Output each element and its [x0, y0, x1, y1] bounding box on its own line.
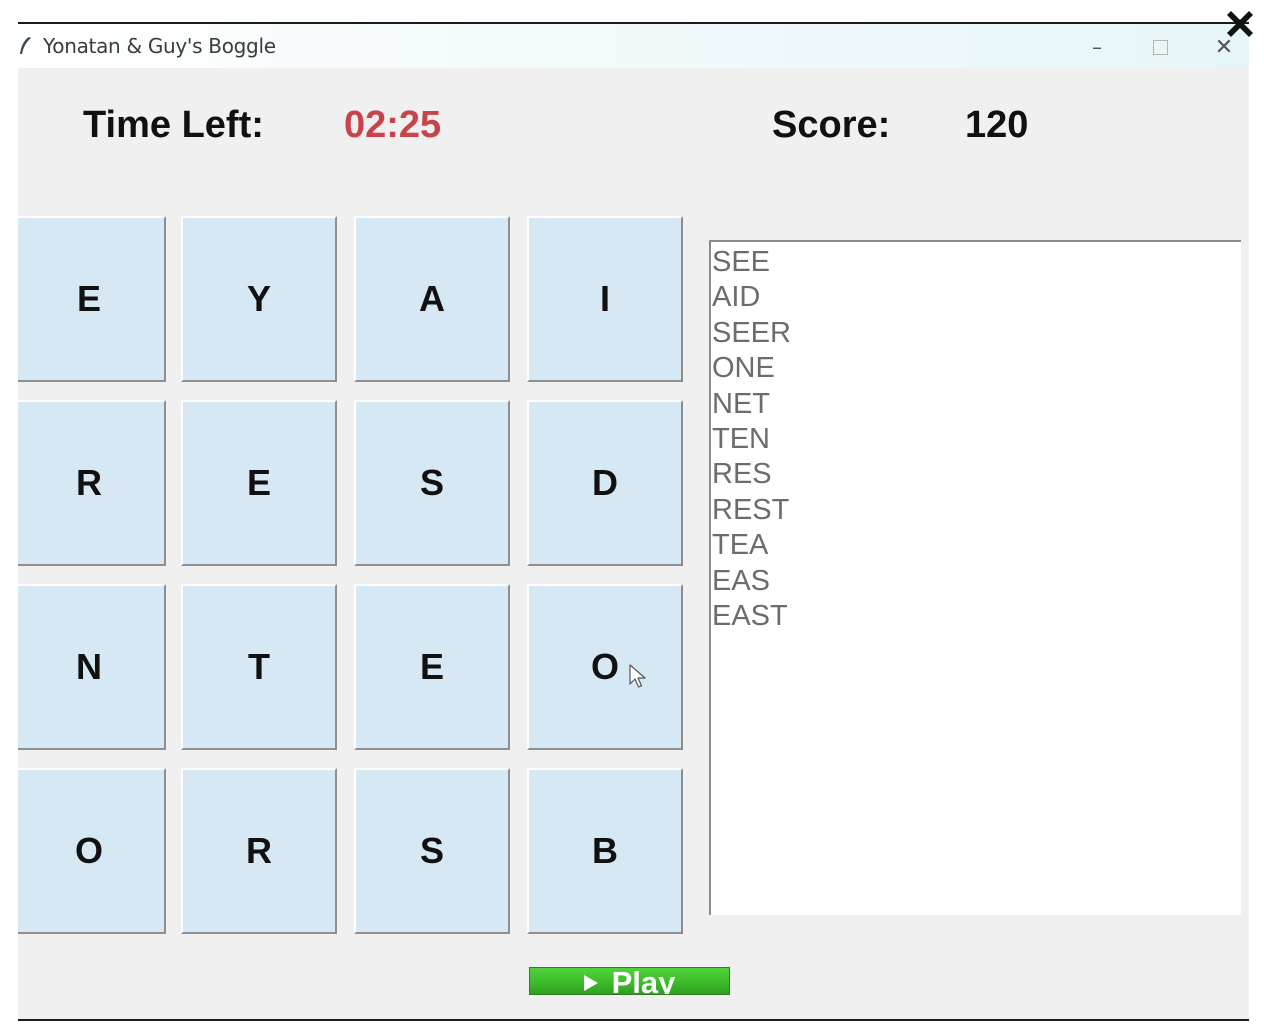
score-value: 120	[965, 104, 1029, 146]
maximize-icon	[1152, 39, 1168, 55]
time-left-label: Time Left:	[83, 104, 264, 146]
minimize-button[interactable]: –	[1080, 30, 1114, 64]
letter-tile[interactable]: Y	[181, 216, 337, 382]
mouse-cursor-icon	[629, 664, 646, 688]
title-bar[interactable]: Yonatan & Guy's Boggle – ✕	[18, 24, 1249, 68]
letter-tile[interactable]: I	[527, 216, 683, 382]
maximize-button[interactable]	[1143, 30, 1177, 64]
letter-tile[interactable]: T	[181, 584, 337, 750]
close-x-icon[interactable]	[1222, 6, 1258, 42]
letter-tile[interactable]: D	[527, 400, 683, 566]
feather-icon	[20, 37, 31, 54]
letter-tile[interactable]: E	[18, 216, 166, 382]
minimize-icon: –	[1092, 35, 1102, 59]
word-list-item[interactable]: EAST	[712, 599, 1241, 634]
letter-tile[interactable]: S	[354, 400, 510, 566]
letter-tile[interactable]: R	[18, 400, 166, 566]
letter-tile[interactable]: A	[354, 216, 510, 382]
word-list-item[interactable]: ONE	[712, 351, 1241, 386]
word-list-item[interactable]: RES	[712, 457, 1241, 492]
word-list-item[interactable]: TEN	[712, 422, 1241, 457]
word-list-item[interactable]: TEA	[712, 528, 1241, 563]
word-list-item[interactable]: REST	[712, 493, 1241, 528]
word-list-item[interactable]: SEE	[712, 245, 1241, 280]
word-list-item[interactable]: SEER	[712, 316, 1241, 351]
play-button-content: Play	[583, 967, 676, 995]
word-list-item[interactable]: EAS	[712, 564, 1241, 599]
window-title: Yonatan & Guy's Boggle	[43, 34, 276, 58]
letter-tile[interactable]: E	[354, 584, 510, 750]
word-list-item[interactable]: NET	[712, 387, 1241, 422]
play-button[interactable]: Play	[529, 967, 730, 995]
letter-tile[interactable]: S	[354, 768, 510, 934]
letter-tile[interactable]: N	[18, 584, 166, 750]
letter-tile[interactable]: O	[18, 768, 166, 934]
app-window: Yonatan & Guy's Boggle – ✕ Time Left: 02…	[18, 22, 1249, 1021]
found-words-list[interactable]: SEE AID SEER ONE NET TEN RES REST TEA EAS EAST	[709, 240, 1241, 915]
letter-tile[interactable]: O	[527, 584, 683, 750]
letter-tile[interactable]: R	[181, 768, 337, 934]
score-label: Score:	[772, 104, 891, 146]
play-button-label: Play	[611, 967, 676, 995]
play-icon	[583, 975, 598, 991]
word-list-item[interactable]: AID	[712, 280, 1241, 315]
letter-tile[interactable]: B	[527, 768, 683, 934]
letter-tile[interactable]: E	[181, 400, 337, 566]
time-left-value: 02:25	[344, 104, 442, 146]
